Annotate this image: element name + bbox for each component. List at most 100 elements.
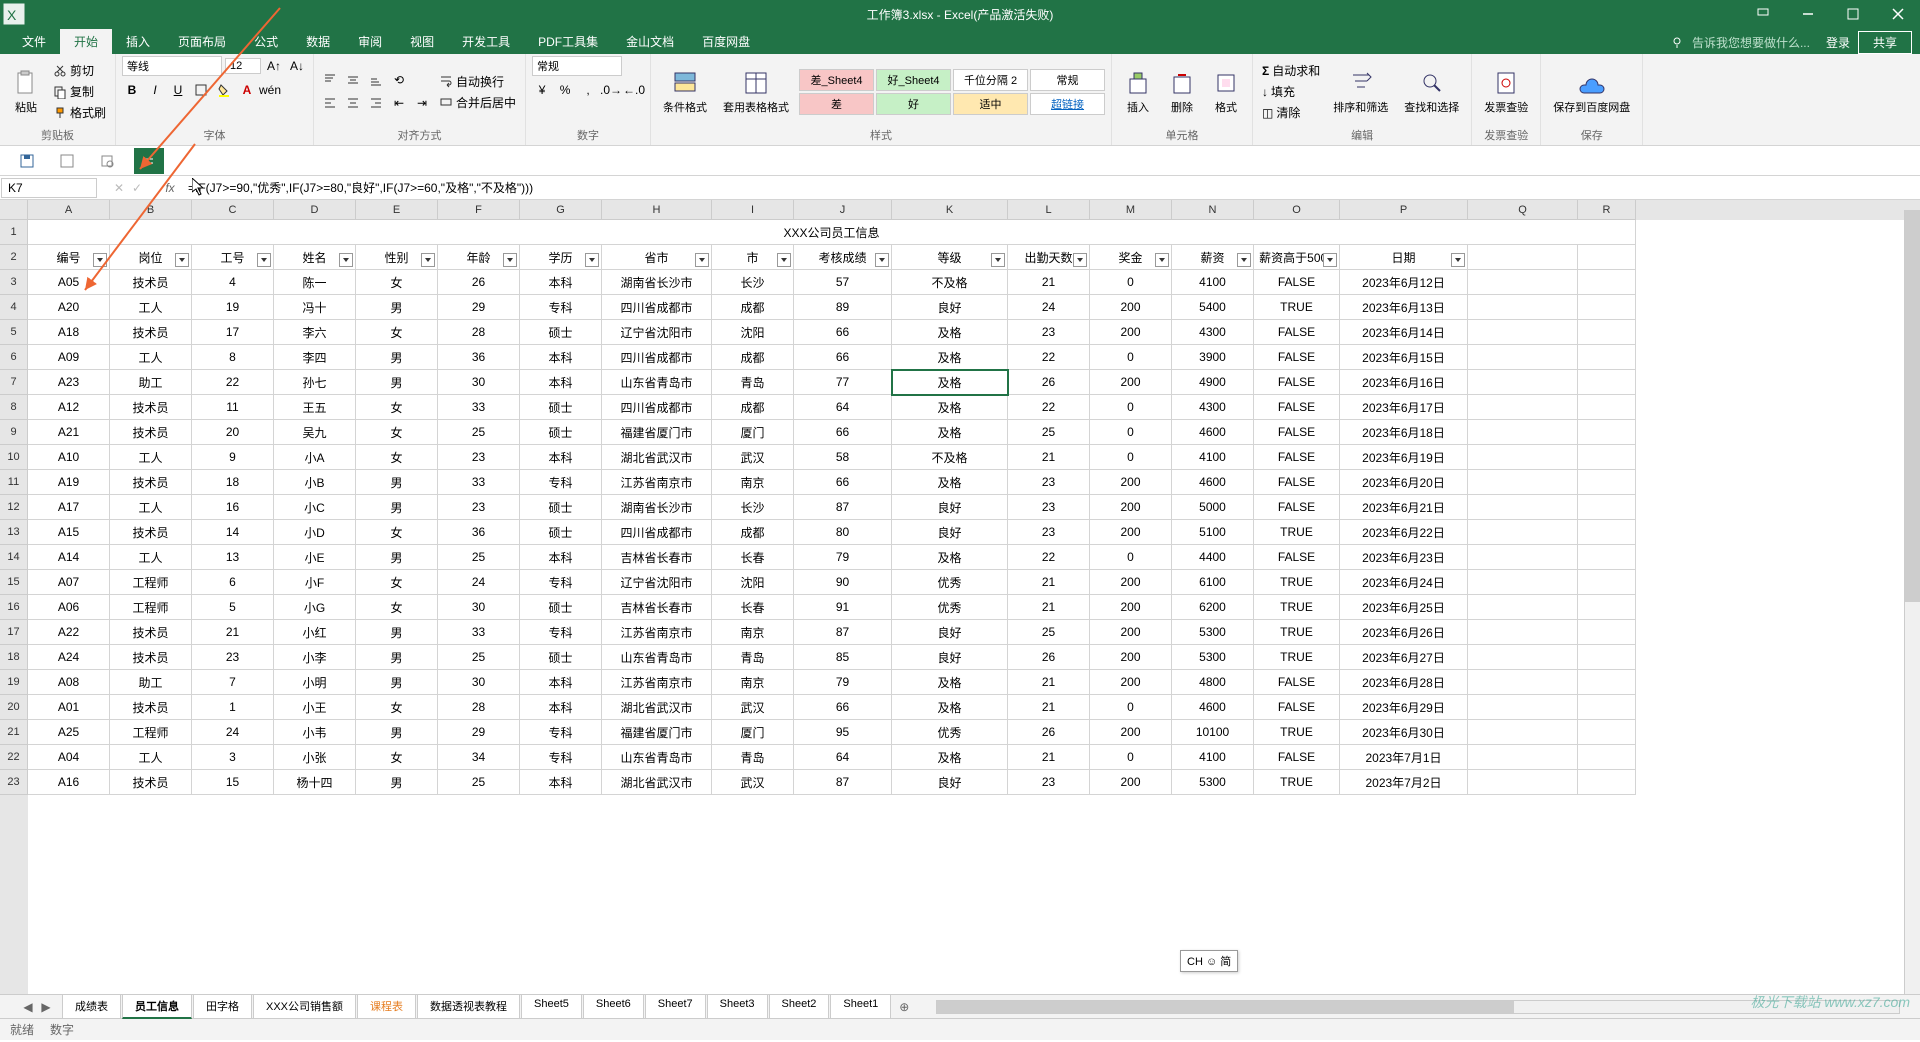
data-cell[interactable]: 4100 [1172,745,1254,770]
data-cell[interactable]: 23 [438,445,520,470]
data-cell[interactable]: 21 [1008,595,1090,620]
data-cell[interactable]: 95 [794,720,892,745]
data-cell[interactable]: 吴九 [274,420,356,445]
ribbon-tab-10[interactable]: 百度网盘 [688,29,764,54]
data-cell[interactable]: 200 [1090,320,1172,345]
data-cell[interactable]: 15 [192,770,274,795]
header-cell[interactable]: 性别 [356,245,438,270]
sort-filter-button[interactable]: 排序和筛选 [1327,67,1394,117]
data-cell[interactable]: 工程师 [110,720,192,745]
data-cell[interactable]: 2023年6月30日 [1340,720,1468,745]
data-cell[interactable]: 23 [192,645,274,670]
data-cell[interactable]: 79 [794,545,892,570]
data-cell[interactable]: FALSE [1254,445,1340,470]
data-cell[interactable]: 优秀 [892,720,1008,745]
data-cell[interactable]: 福建省厦门市 [602,420,712,445]
data-cell[interactable]: A14 [28,545,110,570]
filter-button[interactable] [1073,253,1087,267]
data-cell[interactable]: 200 [1090,645,1172,670]
number-format-select[interactable]: 常规 [532,56,622,76]
data-cell[interactable]: 200 [1090,670,1172,695]
row-header[interactable]: 10 [0,445,28,470]
data-cell[interactable]: 南京 [712,670,794,695]
data-cell[interactable]: 及格 [892,670,1008,695]
row-header[interactable]: 1 [0,220,28,245]
fapiao-button[interactable]: 发票查验 [1478,67,1534,117]
data-cell[interactable]: 女 [356,320,438,345]
data-cell[interactable]: 江苏省南京市 [602,620,712,645]
data-cell[interactable]: 30 [438,370,520,395]
data-cell[interactable]: A08 [28,670,110,695]
align-left-button[interactable] [320,93,340,113]
cell-style[interactable]: 好 [876,93,951,115]
currency-button[interactable]: ¥ [532,80,552,100]
data-cell[interactable]: 四川省成都市 [602,295,712,320]
name-box[interactable] [1,178,97,198]
data-cell[interactable]: 山东省青岛市 [602,745,712,770]
row-header[interactable]: 2 [0,245,28,270]
data-cell[interactable]: 成都 [712,295,794,320]
data-cell[interactable]: 34 [438,745,520,770]
paste-button[interactable]: 粘贴 [6,67,46,117]
row-header[interactable]: 17 [0,620,28,645]
data-cell[interactable]: A23 [28,370,110,395]
data-cell[interactable]: 助工 [110,370,192,395]
align-middle-button[interactable] [343,70,363,90]
data-cell[interactable]: 25 [438,770,520,795]
data-cell[interactable]: 厦门 [712,720,794,745]
data-cell[interactable]: 吉林省长春市 [602,595,712,620]
data-cell[interactable]: A06 [28,595,110,620]
filter-button[interactable] [421,253,435,267]
data-cell[interactable]: 优秀 [892,570,1008,595]
data-cell[interactable]: 男 [356,370,438,395]
data-cell[interactable]: 男 [356,470,438,495]
data-cell[interactable]: 87 [794,770,892,795]
qat-btn-2[interactable] [54,148,80,174]
row-header[interactable]: 19 [0,670,28,695]
data-cell[interactable]: 23 [1008,520,1090,545]
data-cell[interactable]: 青岛 [712,370,794,395]
bold-button[interactable]: B [122,80,142,100]
data-cell[interactable]: FALSE [1254,470,1340,495]
maximize-button[interactable] [1830,0,1875,28]
data-cell[interactable]: 0 [1090,745,1172,770]
data-cell[interactable]: 4800 [1172,670,1254,695]
data-cell[interactable]: 0 [1090,545,1172,570]
data-cell[interactable]: 19 [192,295,274,320]
data-cell[interactable]: 女 [356,395,438,420]
data-cell[interactable]: 本科 [520,345,602,370]
data-cell[interactable]: 2023年6月24日 [1340,570,1468,595]
sheet-tab[interactable]: Sheet5 [521,994,582,1019]
data-cell[interactable]: 22 [192,370,274,395]
row-header[interactable]: 15 [0,570,28,595]
col-header[interactable]: D [274,200,356,220]
filter-button[interactable] [585,253,599,267]
data-cell[interactable]: 36 [438,520,520,545]
col-header[interactable]: J [794,200,892,220]
row-header[interactable]: 13 [0,520,28,545]
ribbon-tab-5[interactable]: 审阅 [344,29,396,54]
fx-button[interactable]: fx [158,181,182,195]
data-cell[interactable]: 66 [794,470,892,495]
title-cell[interactable]: XXX公司员工信息 [28,220,1636,245]
data-cell[interactable]: 64 [794,395,892,420]
header-cell[interactable]: 工号 [192,245,274,270]
data-cell[interactable]: 23 [438,495,520,520]
data-cell[interactable]: 2023年6月14日 [1340,320,1468,345]
data-cell[interactable]: 小李 [274,645,356,670]
data-cell[interactable]: 本科 [520,670,602,695]
row-header[interactable]: 4 [0,295,28,320]
data-cell[interactable]: 11 [192,395,274,420]
data-cell[interactable]: 小G [274,595,356,620]
data-cell[interactable]: 专科 [520,720,602,745]
data-cell[interactable]: 2023年6月18日 [1340,420,1468,445]
cell-style[interactable]: 常规 [1030,69,1105,91]
font-color-button[interactable]: A [237,80,257,100]
data-cell[interactable]: 9 [192,445,274,470]
data-cell[interactable]: 21 [1008,695,1090,720]
data-cell[interactable]: 64 [794,745,892,770]
data-cell[interactable]: 工人 [110,295,192,320]
filter-button[interactable] [93,253,107,267]
data-cell[interactable]: 0 [1090,420,1172,445]
data-cell[interactable]: FALSE [1254,395,1340,420]
